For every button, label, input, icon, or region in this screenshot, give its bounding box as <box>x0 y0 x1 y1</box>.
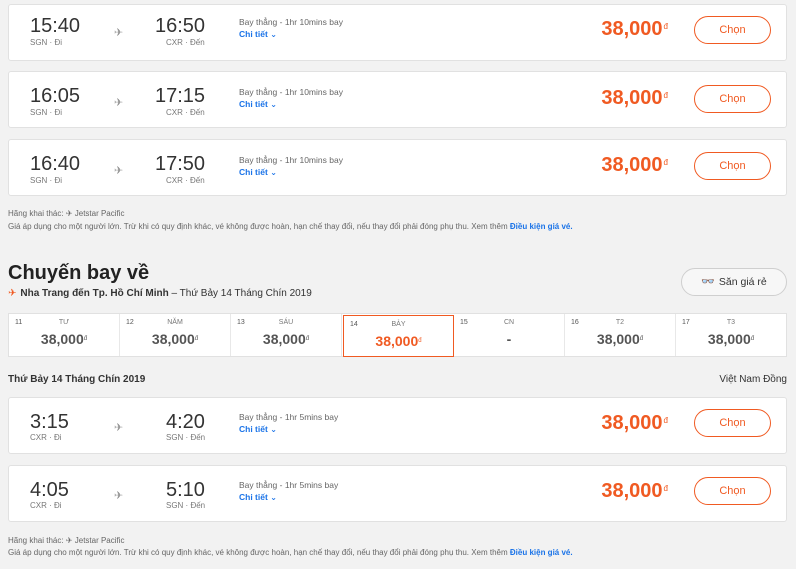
arrival-code: CXR · Đến <box>166 176 205 185</box>
fare-conditions-link[interactable]: Điều kiện giá vé. <box>510 222 573 231</box>
arrival-time: 5:10 <box>166 479 205 501</box>
detail-link[interactable]: Chi tiết ⌄ <box>239 99 277 110</box>
day-price: - <box>506 331 512 347</box>
arrival-time: 4:20 <box>166 411 205 433</box>
departure-time: 16:40 <box>30 153 81 175</box>
fare-conditions-link[interactable]: Điều kiện giá vé. <box>510 548 573 557</box>
fare-terms: Giá áp dụng cho một người lớn. Trừ khi c… <box>8 222 573 231</box>
flight-card: 16:05 SGN · Đi ✈ 17:15 CXR · Đến Bay thẳ… <box>8 71 787 128</box>
flight-meta: Bay thẳng - 1hr 10mins bay <box>239 155 343 165</box>
departure-code: SGN · Đi <box>30 38 62 47</box>
departure-code: CXR · Đi <box>30 501 62 510</box>
date-option[interactable]: 16 T2 38,000đ <box>565 314 676 356</box>
date-option[interactable]: 11 TƯ 38,000đ <box>9 314 120 356</box>
day-of-week: NĂM <box>167 319 183 326</box>
choose-button[interactable]: Chọn <box>694 152 771 180</box>
chevron-down-icon: ⌄ <box>270 30 277 39</box>
price: 38,000đ <box>601 412 668 434</box>
operator-note: Hãng khai thác: ✈ Jetstar Pacific <box>8 209 125 218</box>
choose-button[interactable]: Chọn <box>694 85 771 113</box>
plane-icon: ✈ <box>114 97 124 109</box>
route-info: ✈ Nha Trang đến Tp. Hồ Chí Minh – Thứ Bảy… <box>8 288 312 299</box>
departure-code: SGN · Đi <box>30 108 62 117</box>
day-of-week: T3 <box>726 319 736 326</box>
departure-time: 3:15 <box>30 411 69 433</box>
flight-card: 3:15 CXR · Đi ✈ 4:20 SGN · Đến Bay thẳng… <box>8 397 787 454</box>
choose-button[interactable]: Chọn <box>694 477 771 505</box>
arrival-code: CXR · Đến <box>166 38 205 47</box>
arrival-time: 17:50 <box>155 153 206 175</box>
detail-link[interactable]: Chi tiết ⌄ <box>239 492 277 503</box>
detail-link[interactable]: Chi tiết ⌄ <box>239 424 277 435</box>
fare-terms: Giá áp dụng cho một người lớn. Trừ khi c… <box>8 548 573 557</box>
day-price: 38,000đ <box>596 331 644 347</box>
departure-time: 16:05 <box>30 85 81 107</box>
detail-link[interactable]: Chi tiết ⌄ <box>239 167 277 178</box>
day-of-week: CN <box>503 319 515 326</box>
plane-icon: ✈ <box>8 288 17 299</box>
arrival-time: 16:50 <box>155 15 206 37</box>
day-of-week: T2 <box>615 319 625 326</box>
operator-note: Hãng khai thác: ✈ Jetstar Pacific <box>8 536 125 545</box>
flight-card: 16:40 SGN · Đi ✈ 17:50 CXR · Đến Bay thẳ… <box>8 139 787 196</box>
arrival-code: SGN · Đến <box>166 433 206 442</box>
day-price: 38,000đ <box>375 333 422 349</box>
detail-link[interactable]: Chi tiết ⌄ <box>239 29 277 40</box>
date-selector: 11 TƯ 38,000đ 12 NĂM 38,000đ 13 SÁU 38,0… <box>8 313 787 357</box>
arrival-time: 17:15 <box>155 85 206 107</box>
departure-code: SGN · Đi <box>30 176 62 185</box>
price: 38,000đ <box>601 18 668 40</box>
flight-meta: Bay thẳng - 1hr 10mins bay <box>239 87 343 97</box>
day-price: 38,000đ <box>40 331 88 347</box>
plane-icon: ✈ <box>114 422 124 434</box>
departure-code: CXR · Đi <box>30 433 62 442</box>
day-of-week: TƯ <box>58 319 70 326</box>
chevron-down-icon: ⌄ <box>270 425 277 434</box>
choose-button[interactable]: Chọn <box>694 409 771 437</box>
date-option[interactable]: 15 CN - <box>454 314 565 356</box>
flight-meta: Bay thẳng - 1hr 5mins bay <box>239 480 339 490</box>
chevron-down-icon: ⌄ <box>270 493 277 502</box>
day-price: 38,000đ <box>262 331 310 347</box>
binoculars-icon: 👓 <box>701 276 715 288</box>
selected-date-heading: Thứ Bảy 14 Tháng Chín 2019 <box>8 374 146 385</box>
flight-meta: Bay thẳng - 1hr 5mins bay <box>239 412 339 422</box>
departure-time: 15:40 <box>30 15 81 37</box>
price: 38,000đ <box>601 154 668 176</box>
choose-button[interactable]: Chọn <box>694 16 771 44</box>
flight-card: 4:05 CXR · Đi ✈ 5:10 SGN · Đến Bay thẳng… <box>8 465 787 522</box>
price: 38,000đ <box>601 480 668 502</box>
date-option[interactable]: 12 NĂM 38,000đ <box>120 314 231 356</box>
plane-icon: ✈ <box>114 27 124 39</box>
date-option-selected[interactable]: 14 BẢY 38,000đ <box>343 315 454 357</box>
flight-meta: Bay thẳng - 1hr 10mins bay <box>239 17 343 27</box>
section-title: Chuyến bay về <box>8 262 150 284</box>
departure-time: 4:05 <box>30 479 69 501</box>
arrival-code: CXR · Đến <box>166 108 205 117</box>
plane-icon: ✈ <box>114 490 124 502</box>
chevron-down-icon: ⌄ <box>270 100 277 109</box>
cheap-fare-button[interactable]: 👓 Săn giá rẻ <box>681 268 787 296</box>
flight-card: 15:40 SGN · Đi ✈ 16:50 CXR · Đến Bay thẳ… <box>8 4 787 61</box>
arrival-code: SGN · Đến <box>166 501 206 510</box>
plane-icon: ✈ <box>114 165 124 177</box>
day-price: 38,000đ <box>707 331 755 347</box>
date-option[interactable]: 13 SÁU 38,000đ <box>231 314 342 356</box>
currency-label: Việt Nam Đồng <box>719 374 787 385</box>
date-option[interactable]: 17 T3 38,000đ <box>676 314 786 356</box>
day-of-week: BẢY <box>391 321 406 328</box>
day-price: 38,000đ <box>151 331 199 347</box>
day-of-week: SÁU <box>278 319 294 326</box>
chevron-down-icon: ⌄ <box>270 168 277 177</box>
price: 38,000đ <box>601 87 668 109</box>
